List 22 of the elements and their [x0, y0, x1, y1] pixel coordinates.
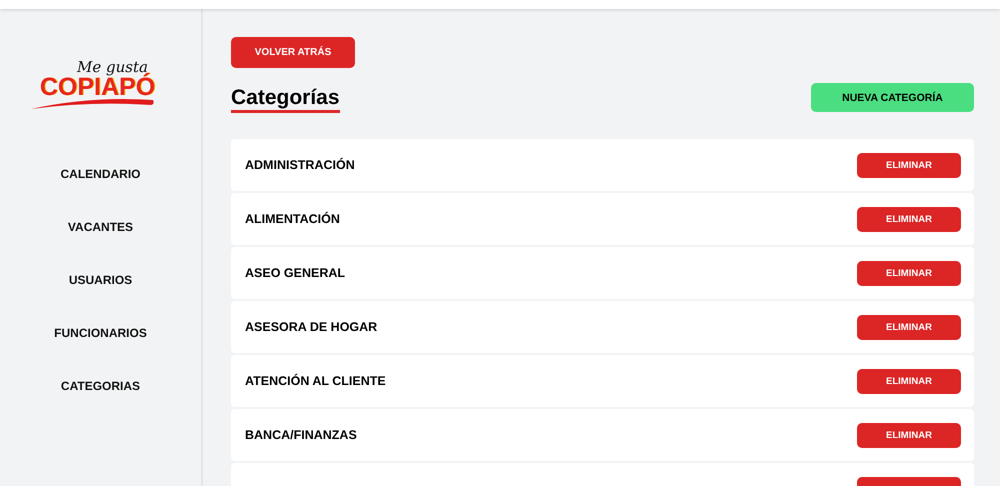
category-name: ASESORA DE HOGAR — [245, 320, 378, 334]
delete-button[interactable]: ELIMINAR — [857, 206, 961, 232]
delete-button[interactable]: ELIMINAR — [857, 422, 961, 448]
back-button[interactable]: VOLVER ATRÁS — [231, 37, 355, 68]
category-name: BANCA/FINANZAS — [245, 428, 357, 442]
nav-link[interactable]: CATEGORIAS — [60, 377, 140, 395]
new-category-button[interactable]: NUEVA CATEGORÍA — [811, 83, 974, 112]
category-name: ATENCIÓN AL CLIENTE — [245, 374, 386, 388]
category-name: ASEO GENERAL — [245, 266, 346, 280]
nav-link[interactable]: USUARIOS — [68, 271, 132, 289]
nav-link[interactable]: VACANTES — [68, 218, 134, 236]
swoosh-icon — [30, 99, 154, 109]
logo: Me gusta COPIAPÓ — [32, 59, 162, 119]
page-title: Categorías — [231, 86, 340, 113]
delete-button[interactable]: ELIMINAR — [857, 314, 961, 340]
category-name: ADMINISTRACIÓN — [245, 158, 355, 172]
nav-link[interactable]: CALENDARIO — [60, 165, 140, 183]
nav-link[interactable]: FUNCIONARIOS — [54, 324, 147, 342]
delete-button[interactable]: ELIMINAR — [857, 152, 961, 178]
delete-button[interactable]: ELIMINAR — [857, 368, 961, 394]
delete-button[interactable]: ELIMINAR — [857, 260, 961, 286]
category-name: ALIMENTACIÓN — [245, 212, 340, 226]
